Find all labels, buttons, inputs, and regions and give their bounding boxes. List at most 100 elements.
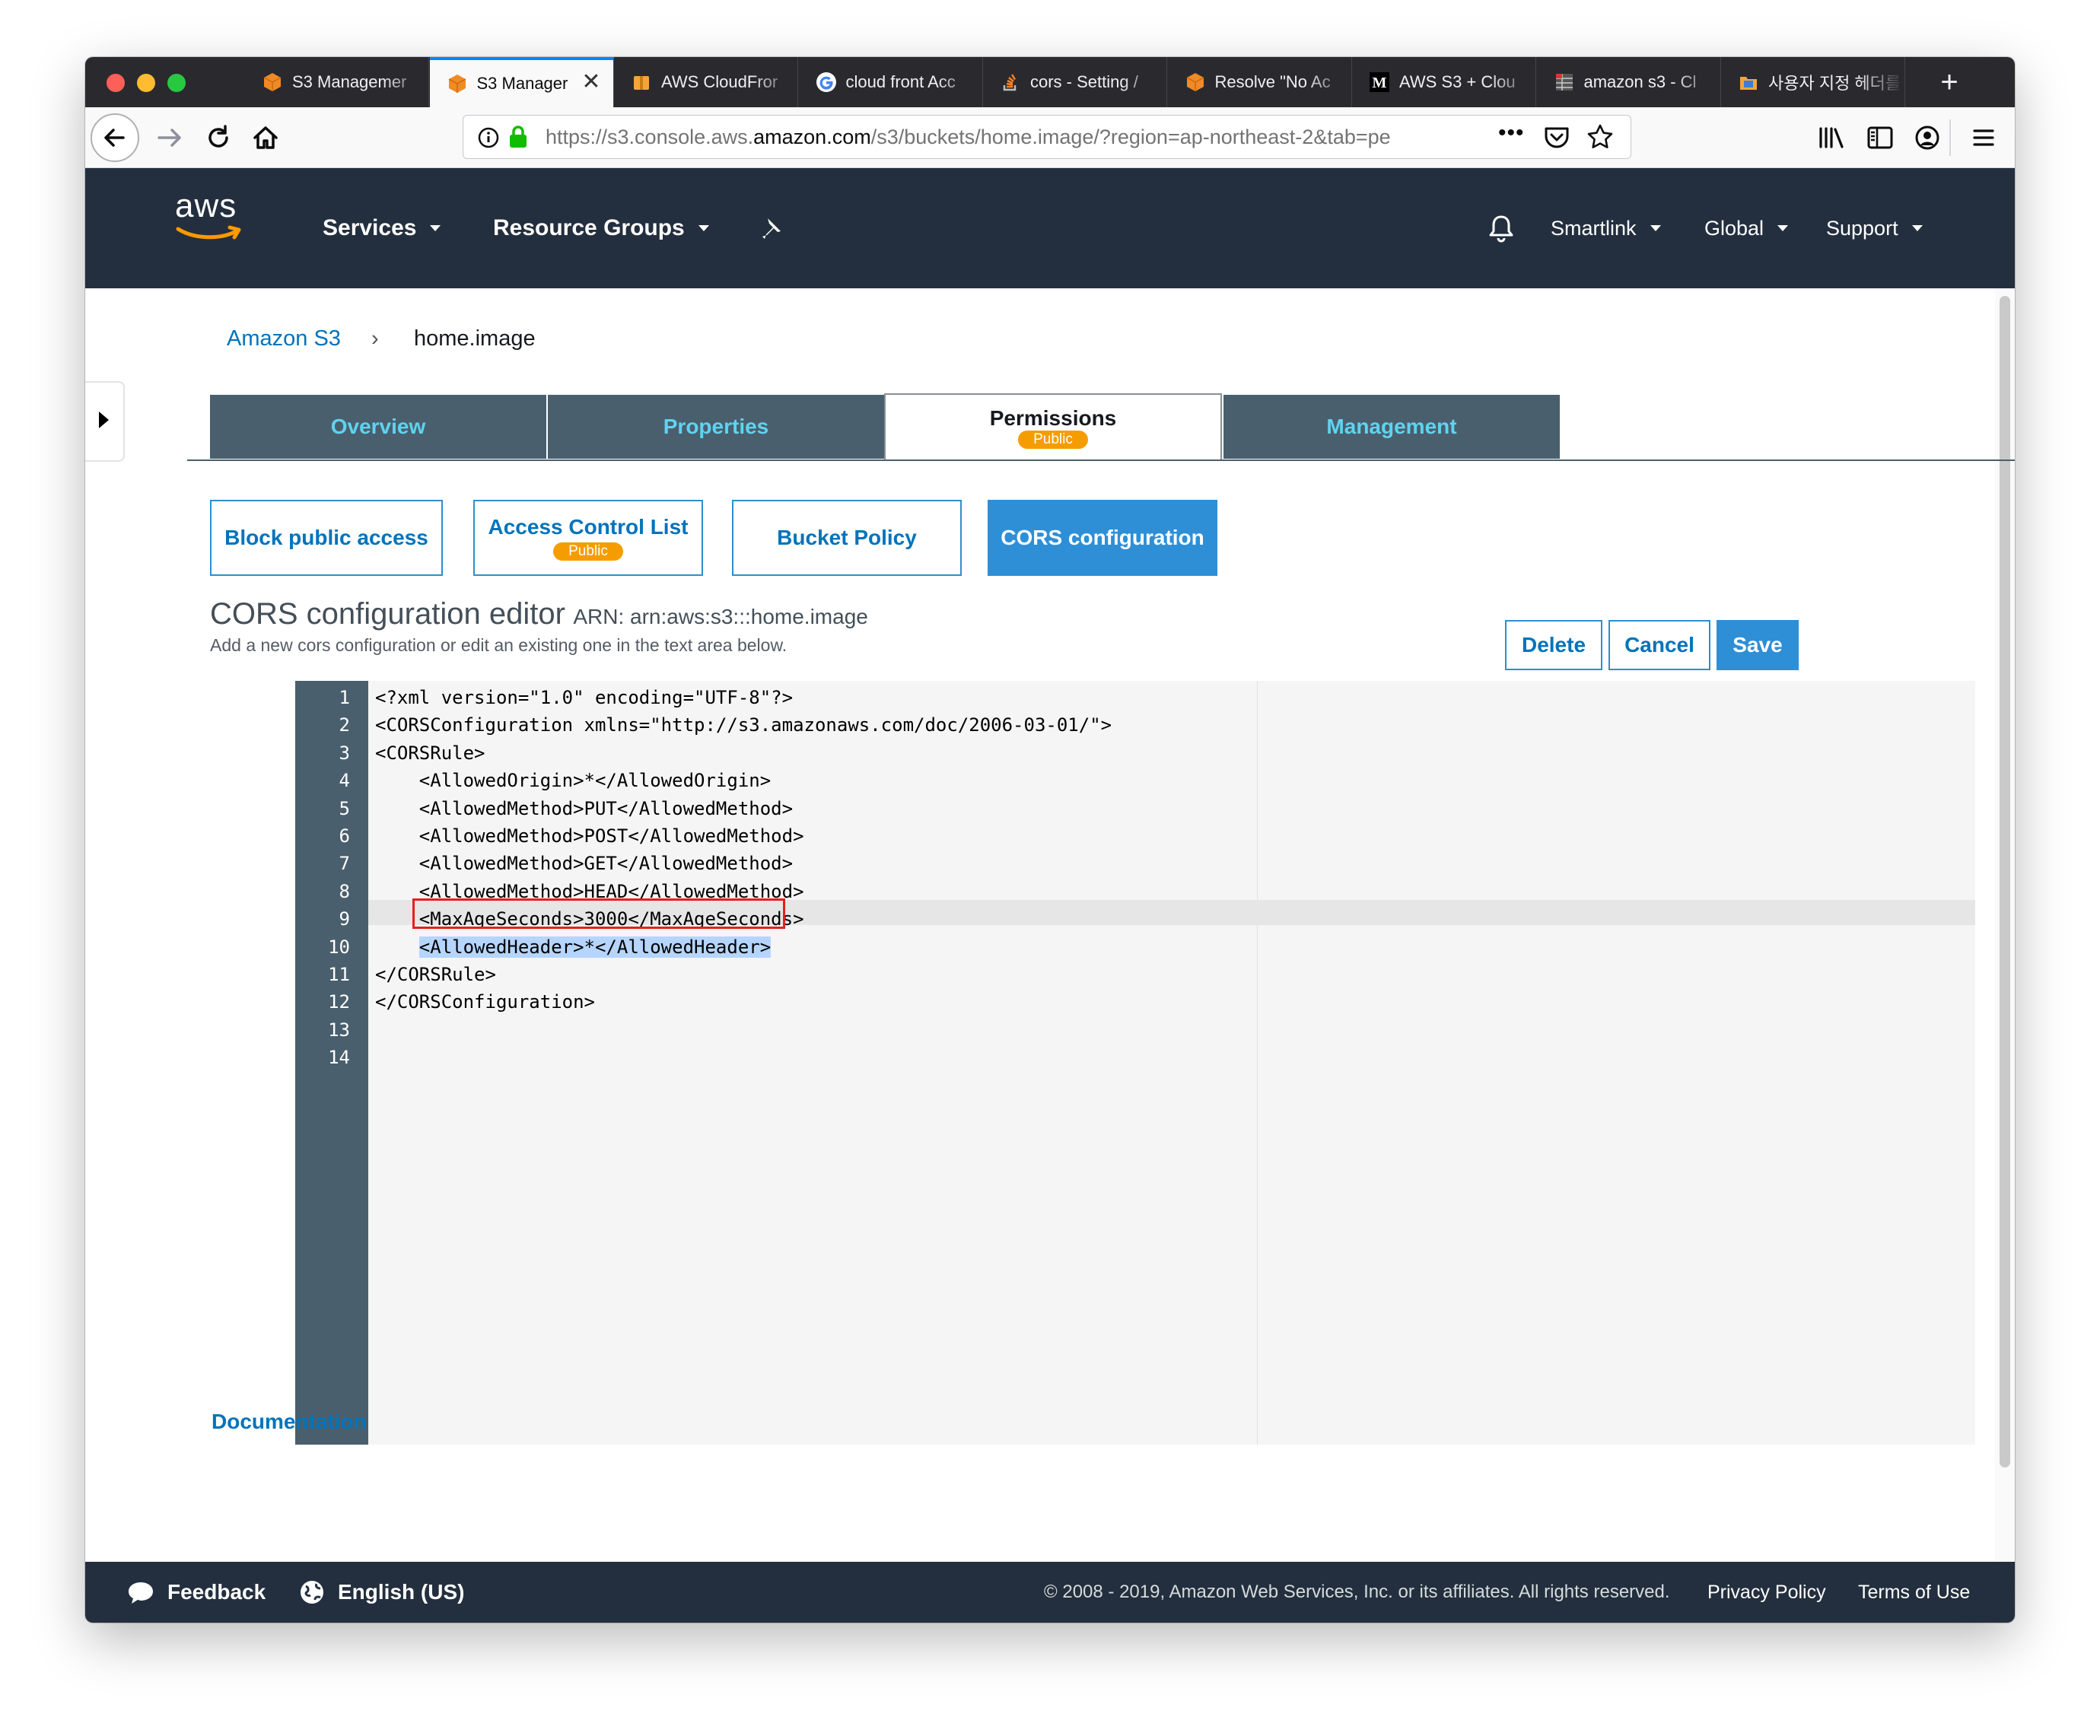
code-line[interactable]: <AllowedOrigin>*</AllowedOrigin> [375,768,771,793]
pin-icon [762,218,781,239]
reload-icon [208,125,228,148]
close-tab-icon[interactable]: ✕ [581,71,600,94]
line-number: 4 [339,770,350,792]
browser-tab[interactable]: Resolve "No Ac [1168,57,1352,107]
bookmark-star-icon[interactable] [1586,123,1614,154]
pin-button[interactable] [758,168,784,288]
breadcrumb-separator-icon: › [371,326,379,351]
line-number: 8 [339,880,350,902]
scrollbar-thumb[interactable] [2000,296,2010,1467]
tab-overview[interactable]: Overview [210,395,546,459]
line-number: 7 [339,853,350,875]
browser-tab[interactable]: M AWS S3 + Clou [1352,57,1536,107]
dark-grid-icon [1554,72,1575,93]
resource-groups-menu[interactable]: Resource Groups [493,168,709,288]
zoom-window-button[interactable] [167,74,186,92]
subtab-access-control-list[interactable]: Access Control List Public [473,500,703,576]
public-badge: Public [553,542,623,561]
feedback-button[interactable]: Feedback [126,1562,266,1623]
subtab-block-public-access[interactable]: Block public access [210,500,443,576]
line-number: 13 [328,1019,350,1041]
region-menu[interactable]: Global [1704,168,1789,288]
library-button[interactable] [1812,107,1850,168]
tab-management[interactable]: Management [1223,395,1560,459]
aws-top-nav: aws Services Resource Groups Smartlink G… [85,168,2015,288]
browser-tab-title: S3 Manager [476,74,568,93]
reload-button[interactable] [199,107,237,168]
services-menu[interactable]: Services [323,168,441,288]
menu-button[interactable] [1965,107,2003,168]
browser-tab[interactable]: cloud front Acc [799,57,983,107]
cancel-button[interactable]: Cancel [1608,620,1710,670]
back-button[interactable] [90,107,140,168]
documentation-link[interactable]: Documentation [212,1410,367,1434]
stackoverflow-icon [1000,72,1021,93]
privacy-policy-link[interactable]: Privacy Policy [1707,1562,1826,1623]
subtab-cors-configuration[interactable]: CORS configuration [988,500,1217,576]
library-icon [1819,127,1844,148]
code-line[interactable]: </CORSRule> [375,962,496,987]
save-button[interactable]: Save [1717,620,1799,670]
url-text[interactable]: https://s3.console.aws.amazon.com/s3/buc… [546,126,1466,149]
browser-tab[interactable]: S3 Managemer [245,57,429,107]
code-line-highlighted[interactable]: <AllowedHeader>*</AllowedHeader> [375,935,772,959]
terms-of-use-link[interactable]: Terms of Use [1858,1562,1970,1623]
code-line[interactable]: </CORSConfiguration> [375,990,595,1014]
browser-tab[interactable]: amazon s3 - Cl [1537,57,1721,107]
notifications-button[interactable] [1487,168,1516,288]
browser-tab-bar: S3 Managemer S3 Manager ✕ AWS CloudFror clou… [85,57,2015,107]
aws-logo[interactable]: aws [175,189,259,265]
forward-button[interactable] [151,107,189,168]
browser-tab[interactable]: AWS CloudFror [614,57,798,107]
line-number: 1 [339,687,350,708]
google-g-icon [816,72,837,93]
line-number: 2 [339,714,350,736]
pocket-icon[interactable] [1544,126,1570,154]
aws-box-icon [1185,72,1206,93]
minimize-window-button[interactable] [137,74,155,92]
language-selector[interactable]: English (US) [298,1562,464,1623]
code-line[interactable]: <CORSConfiguration xmlns="http://s3.amaz… [375,713,1112,737]
tab-underline [187,459,2015,461]
home-button[interactable] [247,107,285,168]
line-number: 11 [328,964,350,985]
aws-smile-icon [176,225,241,240]
code-line[interactable]: <AllowedMethod>GET</AllowedMethod> [375,851,793,876]
sidebar-toggle[interactable] [85,381,125,462]
code-line[interactable]: <CORSRule> [375,741,485,765]
page-actions-button[interactable]: ••• [1498,120,1525,146]
close-window-button[interactable] [107,74,125,92]
tab-properties[interactable]: Properties [548,395,884,459]
medium-m-icon: M [1369,72,1390,93]
info-icon[interactable] [477,126,500,153]
breadcrumb-current: home.image [414,326,536,351]
account-menu[interactable]: Smartlink [1551,168,1661,288]
browser-tab[interactable]: S3 Manager ✕ [429,57,614,107]
account-icon [1915,126,1939,150]
sidebar-button[interactable] [1861,107,1899,168]
public-badge: Public [1018,431,1088,449]
toolbar-separator [1949,119,1951,156]
cors-code-editor[interactable] [368,681,1975,1445]
url-bar[interactable]: https://s3.console.aws.amazon.com/s3/buc… [463,115,1631,159]
tab-title-fade [1305,57,1351,107]
tab-permissions[interactable]: Permissions Public [884,393,1222,460]
browser-tab[interactable]: 사용자 지정 헤더를 [1721,57,1905,107]
code-line[interactable]: <AllowedMethod>POST</AllowedMethod> [375,824,804,848]
new-tab-button[interactable]: + [1927,57,1972,107]
delete-button[interactable]: Delete [1505,620,1602,670]
subtab-bucket-policy[interactable]: Bucket Policy [732,500,962,576]
breadcrumb-amazon-s3[interactable]: Amazon S3 [227,326,341,351]
aws-footer: Feedback English (US) © 2008 - 2019, Ama… [85,1562,2015,1623]
tab-title-fade [1859,57,1904,107]
browser-tab[interactable]: cors - Setting / [983,57,1167,107]
code-line[interactable]: <AllowedMethod>PUT</AllowedMethod> [375,796,793,821]
account-button[interactable] [1908,107,1946,168]
line-number: 14 [328,1047,350,1069]
chevron-down-icon [430,225,441,231]
support-menu[interactable]: Support [1826,168,1923,288]
hamburger-menu-icon [1973,129,1994,146]
code-line[interactable]: <?xml version="1.0" encoding="UTF-8"?> [375,685,793,710]
editor-print-margin [1257,681,1258,1445]
editor-title: CORS configuration editor [210,597,565,631]
